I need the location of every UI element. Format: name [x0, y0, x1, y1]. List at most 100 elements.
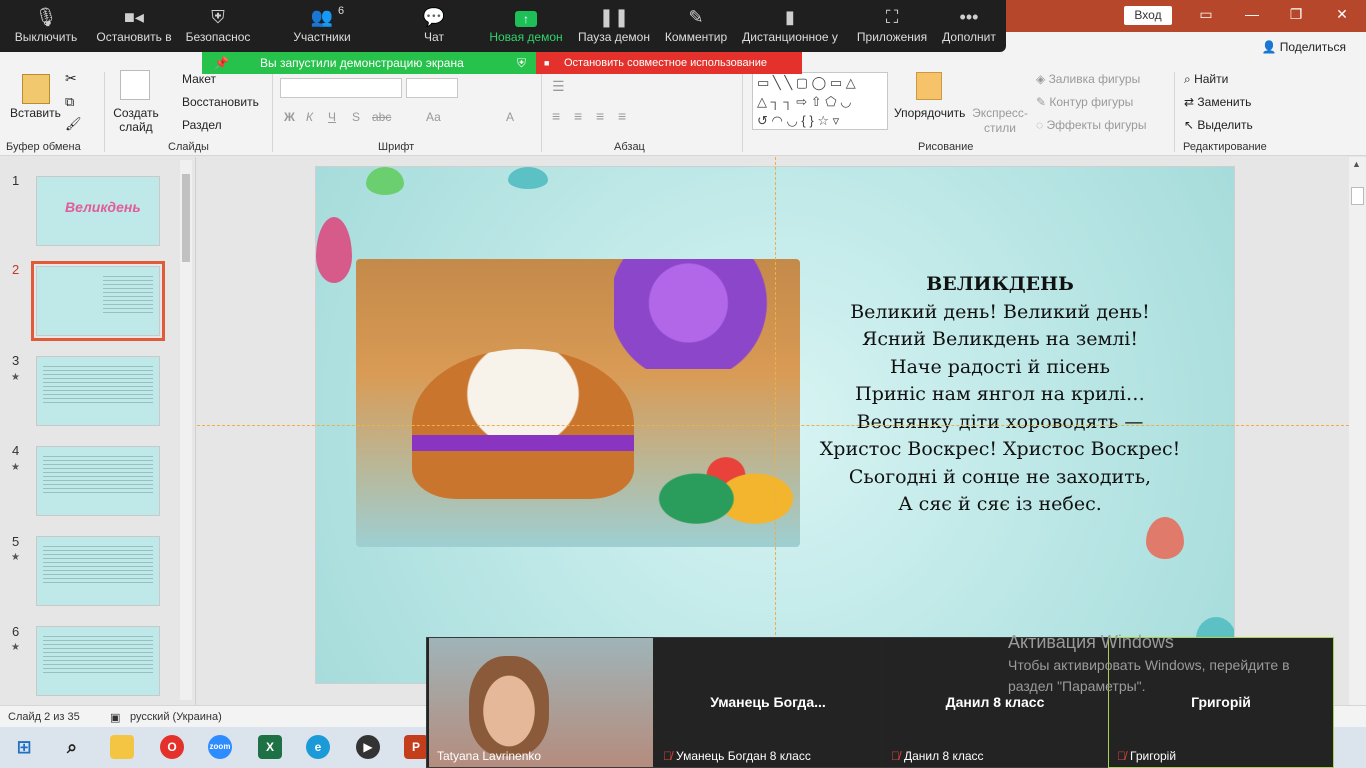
pin-icon: 📌: [214, 56, 229, 70]
ribbon-display-icon[interactable]: ▭: [1186, 6, 1226, 23]
poem-line: Приніс нам янгол на крилі…: [855, 383, 1145, 405]
shield-icon: ⛨: [211, 7, 225, 27]
person-icon: 👤: [1261, 40, 1280, 54]
spellcheck-icon[interactable]: ▣: [110, 711, 120, 724]
cut-icon[interactable]: ✂: [65, 70, 77, 87]
align-left-icon[interactable]: ≡: [552, 108, 560, 124]
language-indicator[interactable]: русский (Украина): [130, 711, 222, 723]
new-share-button[interactable]: ↑ Новая демон: [488, 0, 564, 52]
video-tile[interactable]: Tatyana Lavrinenko: [429, 638, 653, 767]
minimize-icon[interactable]: —: [1232, 6, 1272, 22]
thumbnails-scrollbar[interactable]: [180, 160, 192, 700]
video-camera-icon: ■◂: [124, 7, 144, 27]
underline-button[interactable]: Ч: [328, 110, 336, 124]
font-color-button[interactable]: A: [506, 110, 514, 124]
select-button[interactable]: ↖ Выделить: [1184, 118, 1253, 132]
align-center-icon[interactable]: ≡: [574, 108, 582, 124]
close-icon[interactable]: ✕: [1322, 6, 1362, 23]
shapes-gallery[interactable]: ▭ ╲ ╲ ▢ ◯ ▭ △ △ ┐ ┐ ⇨ ⇧ ⬠ ◡ ↺ ◠ ◡ { } ☆ ▿: [752, 72, 888, 130]
paste-button[interactable]: Вставить: [10, 106, 61, 120]
share-button[interactable]: 👤 Поделиться: [1261, 40, 1346, 54]
new-slide-button[interactable]: Создать слайд: [113, 106, 159, 134]
copy-icon[interactable]: ⧉: [65, 94, 74, 110]
format-painter-icon[interactable]: 🖌: [65, 116, 82, 132]
more-icon: •••: [959, 7, 979, 27]
quick-styles-button[interactable]: Экспресс-стили: [970, 106, 1030, 136]
participants-count: 6: [338, 5, 345, 17]
chat-button[interactable]: 💬 Чат: [410, 0, 458, 52]
section-button[interactable]: Раздел: [182, 118, 222, 132]
scroll-up-icon[interactable]: ▲: [1352, 159, 1361, 169]
thumbnail-number: 1: [12, 173, 20, 188]
search-icon[interactable]: ⌕: [60, 735, 84, 759]
search-icon: ⌕: [1184, 72, 1195, 86]
slide-thumbnail-5[interactable]: [36, 536, 160, 606]
align-right-icon[interactable]: ≡: [596, 108, 604, 124]
stop-video-button[interactable]: ■◂ Остановить в: [94, 0, 174, 52]
sign-in-button[interactable]: Вход: [1124, 6, 1172, 25]
shape-effects-button[interactable]: ◌ Эффекты фигуры: [1036, 118, 1146, 132]
find-button[interactable]: ⌕ Найти: [1184, 72, 1228, 87]
poem-line: А сяє й сяє із небес.: [898, 493, 1102, 515]
font-name-input[interactable]: [280, 78, 402, 98]
pause-share-button[interactable]: ❚❚ Пауза демон: [576, 0, 652, 52]
shape-outline-button[interactable]: ✎ Контур фигуры: [1036, 95, 1133, 109]
microphone-icon: 🎙: [34, 7, 58, 27]
slide-thumbnail-2[interactable]: [31, 261, 165, 341]
separator: [742, 72, 743, 152]
restore-icon[interactable]: ❐: [1276, 6, 1316, 23]
slide-thumbnail-1[interactable]: Великдень: [36, 176, 160, 246]
more-button[interactable]: ••• Дополнит: [938, 0, 1000, 52]
justify-icon[interactable]: ≡: [618, 108, 626, 124]
font-size-input[interactable]: [406, 78, 458, 98]
poem-line: Ясний Великдень на землі!: [861, 328, 1139, 350]
media-player-icon[interactable]: ▶: [356, 735, 380, 759]
bold-button[interactable]: Ж: [284, 110, 295, 124]
poem-text-box[interactable]: ВЕЛИКДЕНЬ Великий день! Великий день! Яс…: [810, 271, 1190, 519]
mute-button[interactable]: 🎙 Выключить: [12, 0, 80, 52]
excel-icon[interactable]: X: [258, 735, 282, 759]
strikethrough-button[interactable]: abc: [372, 110, 391, 124]
layout-button[interactable]: Макет: [182, 72, 216, 86]
remote-control-button[interactable]: ▮ Дистанционное у: [740, 0, 840, 52]
windows-icon[interactable]: ⊞: [12, 735, 36, 759]
apps-button[interactable]: ⛶ Приложения: [852, 0, 932, 52]
change-case-button[interactable]: Аа: [426, 110, 441, 124]
separator: [104, 72, 105, 152]
slide-thumbnail-3[interactable]: [36, 356, 160, 426]
muted-microphone-icon: 🎙̸: [1117, 749, 1126, 763]
paste-icon: [22, 74, 50, 104]
font-group-label: Шрифт: [378, 141, 415, 153]
pencil-icon: ✎: [688, 7, 704, 27]
zoom-icon[interactable]: zoom: [208, 735, 232, 759]
shield-check-icon: ⛨: [516, 56, 526, 70]
participant-name: Данил 8 класс: [904, 749, 984, 763]
video-tile[interactable]: Уманець Богда... 🎙̸ Уманець Богдан 8 клас…: [655, 638, 881, 767]
slide-thumbnail-6[interactable]: [36, 626, 160, 696]
shape-fill-button[interactable]: ◈ Заливка фигуры: [1036, 72, 1140, 86]
participants-button[interactable]: 👥 Участники: [288, 0, 356, 52]
editing-group-label: Редактирование: [1183, 141, 1267, 153]
bullets-icon[interactable]: ☰: [552, 78, 565, 95]
replace-button[interactable]: ⇄ Заменить: [1184, 95, 1251, 109]
powerpoint-icon[interactable]: P: [404, 735, 428, 759]
arrange-button[interactable]: Упорядочить: [894, 106, 965, 120]
mouse-icon: ▮: [785, 7, 795, 27]
stop-sharing-button[interactable]: ■ Остановить совместное использование: [536, 52, 802, 74]
security-button[interactable]: ⛨ Безопаснос: [184, 0, 252, 52]
pause-icon: ❚❚: [598, 7, 630, 27]
separator: [272, 72, 273, 152]
purple-ribbon: [412, 435, 634, 451]
slide-thumbnail-4[interactable]: [36, 446, 160, 516]
slides-group-label: Слайды: [168, 141, 209, 153]
opera-icon[interactable]: O: [160, 735, 184, 759]
edge-icon[interactable]: e: [306, 735, 330, 759]
easter-cake-photo: [356, 259, 800, 547]
file-explorer-icon[interactable]: [110, 735, 134, 759]
shadow-button[interactable]: S: [352, 110, 360, 124]
slide-scrollbar[interactable]: ▲: [1349, 157, 1366, 705]
italic-button[interactable]: К: [306, 110, 313, 124]
easter-egg-decoration: [508, 167, 548, 189]
reset-button[interactable]: Восстановить: [182, 95, 259, 109]
annotate-button[interactable]: ✎ Комментир: [662, 0, 730, 52]
